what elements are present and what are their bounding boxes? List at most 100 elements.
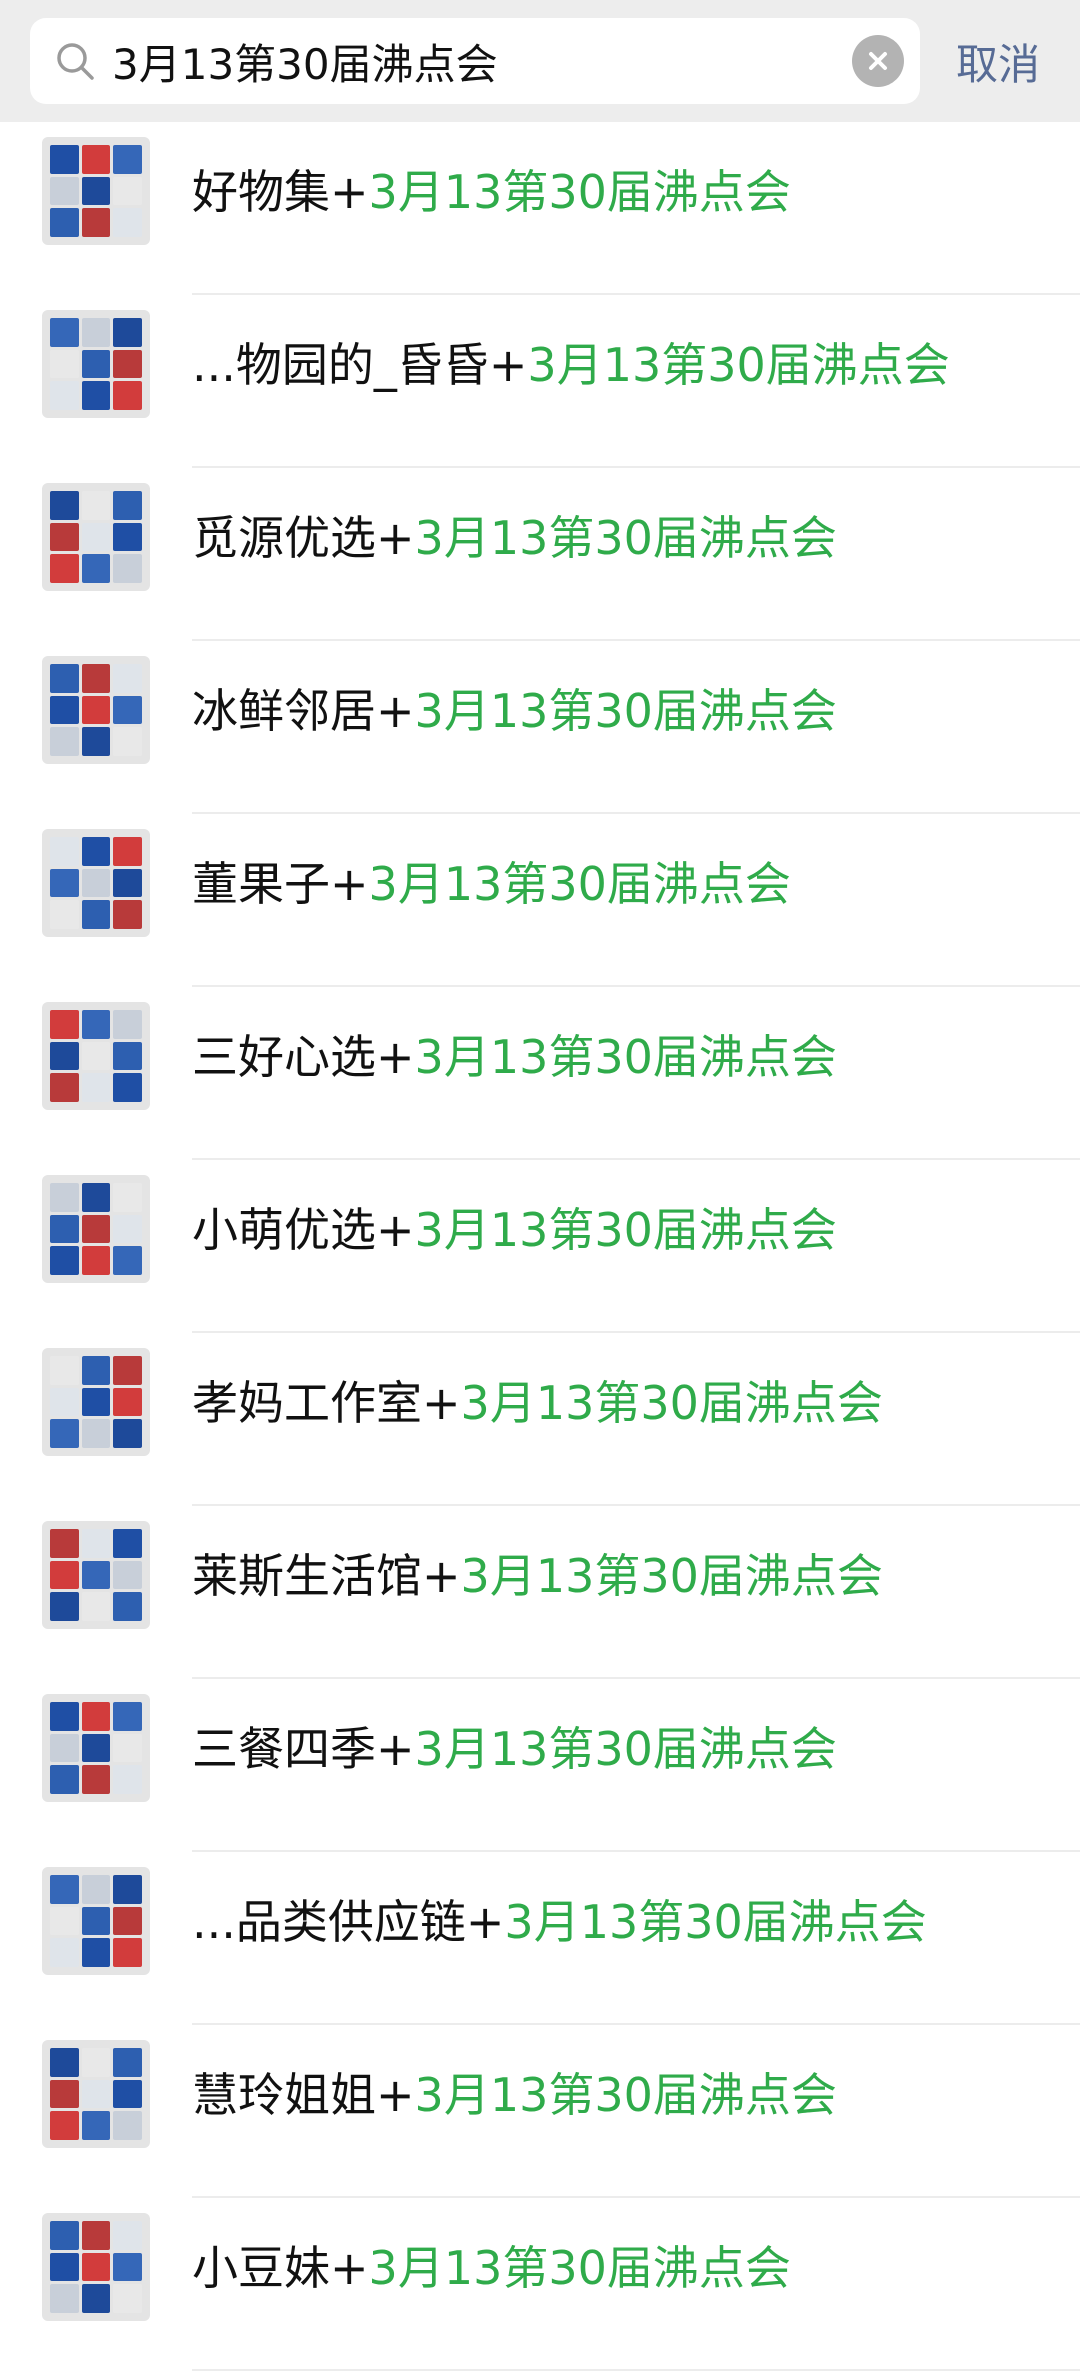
result-title: ...物园的_昏昏+3月13第30届沸点会 [192, 337, 950, 393]
avatar-tile [81, 2284, 111, 2313]
avatar-tile [50, 2284, 79, 2313]
result-separator: + [330, 2241, 369, 2295]
avatar-tile [81, 1246, 111, 1275]
result-row[interactable]: 冰鲜邻居+3月13第30届沸点会 [0, 641, 1080, 814]
clear-search-button[interactable] [852, 35, 904, 87]
search-input[interactable] [112, 36, 852, 86]
avatar-tile [81, 145, 111, 174]
avatar-tile [50, 695, 79, 725]
avatar-tile [81, 837, 111, 866]
result-row[interactable]: 董果子+3月13第30届沸点会 [0, 814, 1080, 987]
avatar-tile [50, 2221, 79, 2250]
avatar-tile [113, 491, 142, 520]
result-title: 觅源优选+3月13第30届沸点会 [192, 510, 837, 566]
avatar-tile [113, 1702, 142, 1731]
result-keyword-highlight: 3月13第30届沸点会 [368, 857, 791, 911]
result-keyword-highlight: 3月13第30届沸点会 [460, 1376, 883, 1430]
avatar-tile [113, 1875, 142, 1904]
result-name: 觅源优选 [192, 511, 376, 565]
result-name: 三好心选 [192, 1030, 376, 1084]
group-avatar [42, 2040, 150, 2148]
avatar-tile [81, 695, 111, 725]
avatar-tile [50, 1529, 79, 1558]
result-keyword-highlight: 3月13第30届沸点会 [414, 1722, 837, 1776]
result-row[interactable]: 小萌优选+3月13第30届沸点会 [0, 1160, 1080, 1333]
cancel-button[interactable]: 取消 [956, 31, 1040, 92]
avatar-tile [81, 176, 111, 206]
avatar-tile [113, 2111, 142, 2140]
avatar-tile [81, 900, 111, 929]
result-keyword-highlight: 3月13第30届沸点会 [414, 684, 837, 738]
result-row[interactable]: 好物集+3月13第30届沸点会 [0, 122, 1080, 295]
avatar-tile [113, 2079, 142, 2109]
result-row[interactable]: 孝妈工作室+3月13第30届沸点会 [0, 1333, 1080, 1506]
avatar-tile [81, 208, 111, 237]
avatar-tile [50, 381, 79, 410]
avatar-tile [50, 1938, 79, 1967]
result-separator: + [330, 165, 369, 219]
avatar-tile [50, 1419, 79, 1448]
result-row[interactable]: 觅源优选+3月13第30届沸点会 [0, 468, 1080, 641]
result-title: 三好心选+3月13第30届沸点会 [192, 1029, 837, 1085]
avatar-tile [113, 1419, 142, 1448]
result-separator: + [422, 1376, 461, 1430]
result-row[interactable]: 三餐四季+3月13第30届沸点会 [0, 1679, 1080, 1852]
avatar-tile [50, 1246, 79, 1275]
result-title: 慧玲姐姐+3月13第30届沸点会 [192, 2067, 837, 2123]
result-row[interactable]: ...品类供应链+3月13第30届沸点会 [0, 1852, 1080, 2025]
avatar-tile [50, 1765, 79, 1794]
avatar-tile [50, 1356, 79, 1385]
search-box[interactable] [30, 18, 920, 104]
avatar-tile [81, 318, 111, 347]
avatar-tile [81, 1419, 111, 1448]
group-avatar [42, 2213, 150, 2321]
result-row[interactable]: 慧玲姐姐+3月13第30届沸点会 [0, 2025, 1080, 2198]
avatar-tile [113, 208, 142, 237]
result-separator: + [422, 1549, 461, 1603]
result-title: 小豆妹+3月13第30届沸点会 [192, 2240, 791, 2296]
avatar-tile [81, 1875, 111, 1904]
group-avatar [42, 483, 150, 591]
result-row[interactable]: 莱斯生活馆+3月13第30届沸点会 [0, 1506, 1080, 1679]
result-row[interactable]: 小豆妹+3月13第30届沸点会 [0, 2198, 1080, 2371]
avatar-tile [50, 1387, 79, 1417]
avatar-tile [113, 1592, 142, 1621]
avatar-tile [113, 1560, 142, 1590]
avatar-tile [81, 1529, 111, 1558]
search-bar: 取消 [0, 0, 1080, 122]
avatar-tile [113, 349, 142, 379]
result-separator: + [488, 338, 528, 392]
result-title: 董果子+3月13第30届沸点会 [192, 856, 791, 912]
avatar-tile [50, 1010, 79, 1039]
avatar-tile [81, 522, 111, 552]
result-keyword-highlight: 3月13第30届沸点会 [460, 1549, 883, 1603]
avatar-tile [81, 491, 111, 520]
result-title: 小萌优选+3月13第30届沸点会 [192, 1202, 837, 1258]
avatar-tile [50, 900, 79, 929]
avatar-tile [113, 1356, 142, 1385]
avatar-tile [50, 1906, 79, 1936]
result-name: 小萌优选 [192, 1203, 376, 1257]
result-separator: + [376, 511, 415, 565]
avatar-tile [113, 1765, 142, 1794]
result-row[interactable]: 三好心选+3月13第30届沸点会 [0, 987, 1080, 1160]
avatar-tile [113, 176, 142, 206]
avatar-tile [81, 1702, 111, 1731]
avatar-tile [50, 318, 79, 347]
result-row[interactable]: ...物园的_昏昏+3月13第30届沸点会 [0, 295, 1080, 468]
avatar-tile [81, 868, 111, 898]
avatar-tile [81, 2221, 111, 2250]
result-name: 冰鲜邻居 [192, 684, 376, 738]
result-separator: + [376, 1203, 415, 1257]
group-avatar [42, 829, 150, 937]
avatar-tile [50, 1560, 79, 1590]
avatar-tile [113, 522, 142, 552]
avatar-tile [113, 318, 142, 347]
avatar-tile [113, 868, 142, 898]
group-avatar [42, 1175, 150, 1283]
result-title: 孝妈工作室+3月13第30届沸点会 [192, 1375, 883, 1431]
avatar-tile [81, 1592, 111, 1621]
avatar-tile [50, 2252, 79, 2282]
avatar-tile [81, 1733, 111, 1763]
avatar-tile [113, 2284, 142, 2313]
